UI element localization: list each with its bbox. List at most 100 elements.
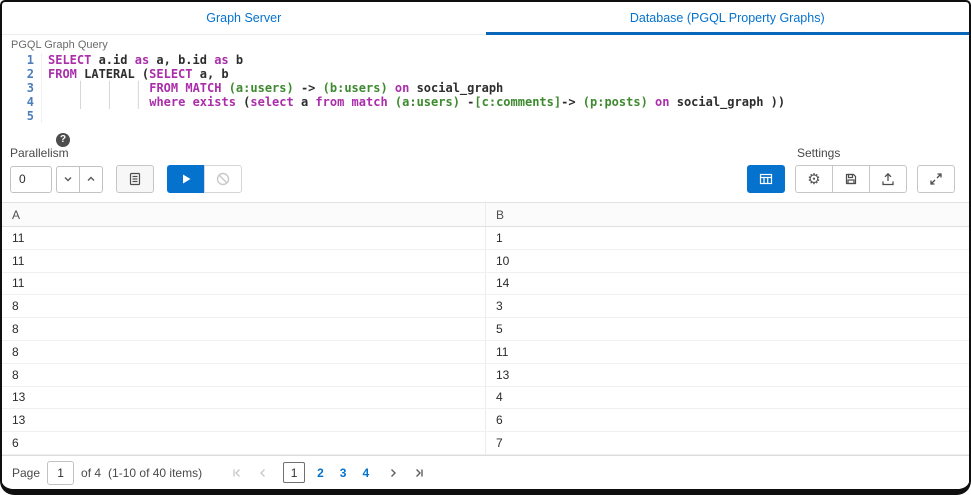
code-token: (b:users) bbox=[322, 81, 388, 95]
table-cell: 4 bbox=[485, 386, 969, 409]
code-token: (a:users) bbox=[228, 81, 294, 95]
previous-page-button[interactable] bbox=[250, 465, 276, 481]
page-number-link[interactable]: 4 bbox=[362, 466, 369, 480]
run-query-button[interactable] bbox=[167, 165, 205, 193]
settings-label: Settings bbox=[797, 146, 841, 160]
play-icon bbox=[183, 174, 191, 184]
table-row[interactable]: 83 bbox=[2, 295, 969, 319]
table-cell: 14 bbox=[485, 272, 969, 295]
code-token: a.id bbox=[91, 53, 135, 67]
table-cell: 13 bbox=[12, 390, 26, 405]
code-token: SELECT bbox=[48, 53, 92, 67]
save-button[interactable] bbox=[832, 165, 870, 193]
tab-database-pgql[interactable]: Database (PGQL Property Graphs) bbox=[485, 2, 970, 35]
expand-button[interactable] bbox=[917, 165, 955, 193]
page-input[interactable] bbox=[47, 460, 75, 485]
upload-button[interactable] bbox=[869, 165, 907, 193]
run-controls-row bbox=[10, 165, 242, 193]
table-cell: 1 bbox=[485, 227, 969, 249]
column-header-a[interactable]: A bbox=[2, 203, 485, 226]
line-number: 2 bbox=[10, 67, 42, 81]
line-number: 1 bbox=[10, 53, 42, 67]
table-cell: 3 bbox=[485, 295, 969, 318]
pagination-bar: Page of 4 (1-10 of 40 items) 12 3 4 bbox=[2, 455, 969, 489]
page-label: Page bbox=[12, 465, 41, 480]
code-area[interactable]: 1 SELECT a.id as a, b.id as b 2 FROM LATERA… bbox=[10, 53, 961, 123]
code-token: select bbox=[250, 95, 294, 109]
page-number-link[interactable]: 2 bbox=[317, 466, 324, 480]
code-token: FROM MATCH bbox=[149, 81, 222, 95]
column-header-b[interactable]: B bbox=[485, 203, 969, 226]
settings-gear-button[interactable]: ⚙ bbox=[795, 165, 833, 193]
code-token: a, b.id bbox=[149, 53, 215, 67]
table-row[interactable]: 13 4 bbox=[2, 386, 969, 410]
table-row[interactable]: 11 10 bbox=[2, 249, 969, 273]
tab-graph-server[interactable]: Graph Server bbox=[2, 2, 486, 34]
code-line: 2 FROM LATERAL (SELECT a, b bbox=[10, 67, 961, 81]
code-token: - bbox=[459, 95, 475, 109]
graph-query-panel: Graph Server Database (PGQL Property Gra… bbox=[0, 0, 971, 495]
code-token: FROM bbox=[48, 67, 77, 81]
parallelism-label: Parallelism bbox=[10, 146, 69, 160]
cancel-icon bbox=[216, 172, 230, 186]
code-line: 1 SELECT a.id as a, b.id as b bbox=[10, 53, 961, 67]
line-number: 4 bbox=[10, 95, 42, 109]
code-token: (p:posts) bbox=[582, 95, 648, 109]
stepper-down-button[interactable] bbox=[56, 165, 80, 193]
code-text[interactable]: │ │ │ where exists (select a from match … bbox=[42, 95, 785, 109]
first-page-button[interactable] bbox=[224, 465, 250, 481]
table-row[interactable]: 8 11 bbox=[2, 340, 969, 364]
table-icon bbox=[759, 173, 773, 185]
table-row[interactable]: 8 13 bbox=[2, 363, 969, 387]
cancel-query-button[interactable] bbox=[204, 165, 242, 193]
code-token: │ bbox=[105, 81, 114, 95]
code-line: 3 │ │ │ FROM MATCH (a:users) -> (b:users… bbox=[10, 81, 961, 95]
help-row: ? bbox=[10, 129, 242, 147]
run-button-group bbox=[167, 165, 242, 193]
code-text[interactable] bbox=[42, 109, 48, 123]
table-view-button[interactable] bbox=[747, 165, 785, 193]
query-editor: PGQL Graph Query 1 SELECT a.id as a, b.id… bbox=[2, 35, 969, 127]
code-token: from match bbox=[315, 95, 388, 109]
page-number-current[interactable]: 1 bbox=[283, 462, 306, 483]
last-page-button[interactable] bbox=[406, 465, 432, 481]
next-page-icon bbox=[391, 468, 397, 477]
code-text[interactable]: │ │ │ FROM MATCH (a:users) -> (b:users) … bbox=[42, 81, 503, 95]
code-token: where exists bbox=[149, 95, 236, 109]
code-text[interactable]: SELECT a.id as a, b.id as b bbox=[42, 53, 243, 67]
table-row[interactable]: 11 14 bbox=[2, 272, 969, 296]
code-token: │ bbox=[134, 81, 142, 95]
line-number: 5 bbox=[10, 109, 42, 123]
parallelism-input[interactable] bbox=[10, 165, 52, 193]
code-line: 5 bbox=[10, 109, 961, 123]
code-token: LATERAL ( bbox=[76, 67, 150, 81]
table-row[interactable]: 13 6 bbox=[2, 409, 969, 433]
code-token: a, b bbox=[192, 67, 229, 81]
table-row[interactable]: 67 bbox=[2, 432, 969, 455]
line-number: 3 bbox=[10, 81, 42, 95]
page-number-link[interactable]: 3 bbox=[340, 466, 347, 480]
editor-label: PGQL Graph Query bbox=[11, 39, 108, 51]
code-token: -> bbox=[293, 81, 323, 95]
parallelism-stepper bbox=[56, 165, 103, 193]
table-cell: 8 bbox=[12, 367, 19, 382]
code-text[interactable]: FROM LATERAL (SELECT a, b bbox=[42, 67, 229, 81]
explain-plan-button[interactable] bbox=[116, 165, 154, 193]
table-row[interactable]: 11 1 bbox=[2, 227, 969, 250]
table-cell: 11 bbox=[12, 230, 25, 245]
previous-page-icon bbox=[260, 468, 266, 477]
stepper-up-button[interactable] bbox=[79, 165, 103, 193]
code-token: social_graph bbox=[409, 81, 504, 95]
next-page-button[interactable] bbox=[380, 465, 406, 481]
toolbar: ? Parallelism 0 Settings ⚙ bbox=[2, 127, 969, 202]
code-token: on bbox=[655, 95, 670, 109]
help-icon[interactable]: ? bbox=[56, 132, 70, 147]
document-icon bbox=[129, 172, 141, 186]
code-token: as bbox=[214, 53, 229, 67]
code-token: [c:comments] bbox=[474, 95, 562, 109]
table-row[interactable]: 85 bbox=[2, 318, 969, 341]
